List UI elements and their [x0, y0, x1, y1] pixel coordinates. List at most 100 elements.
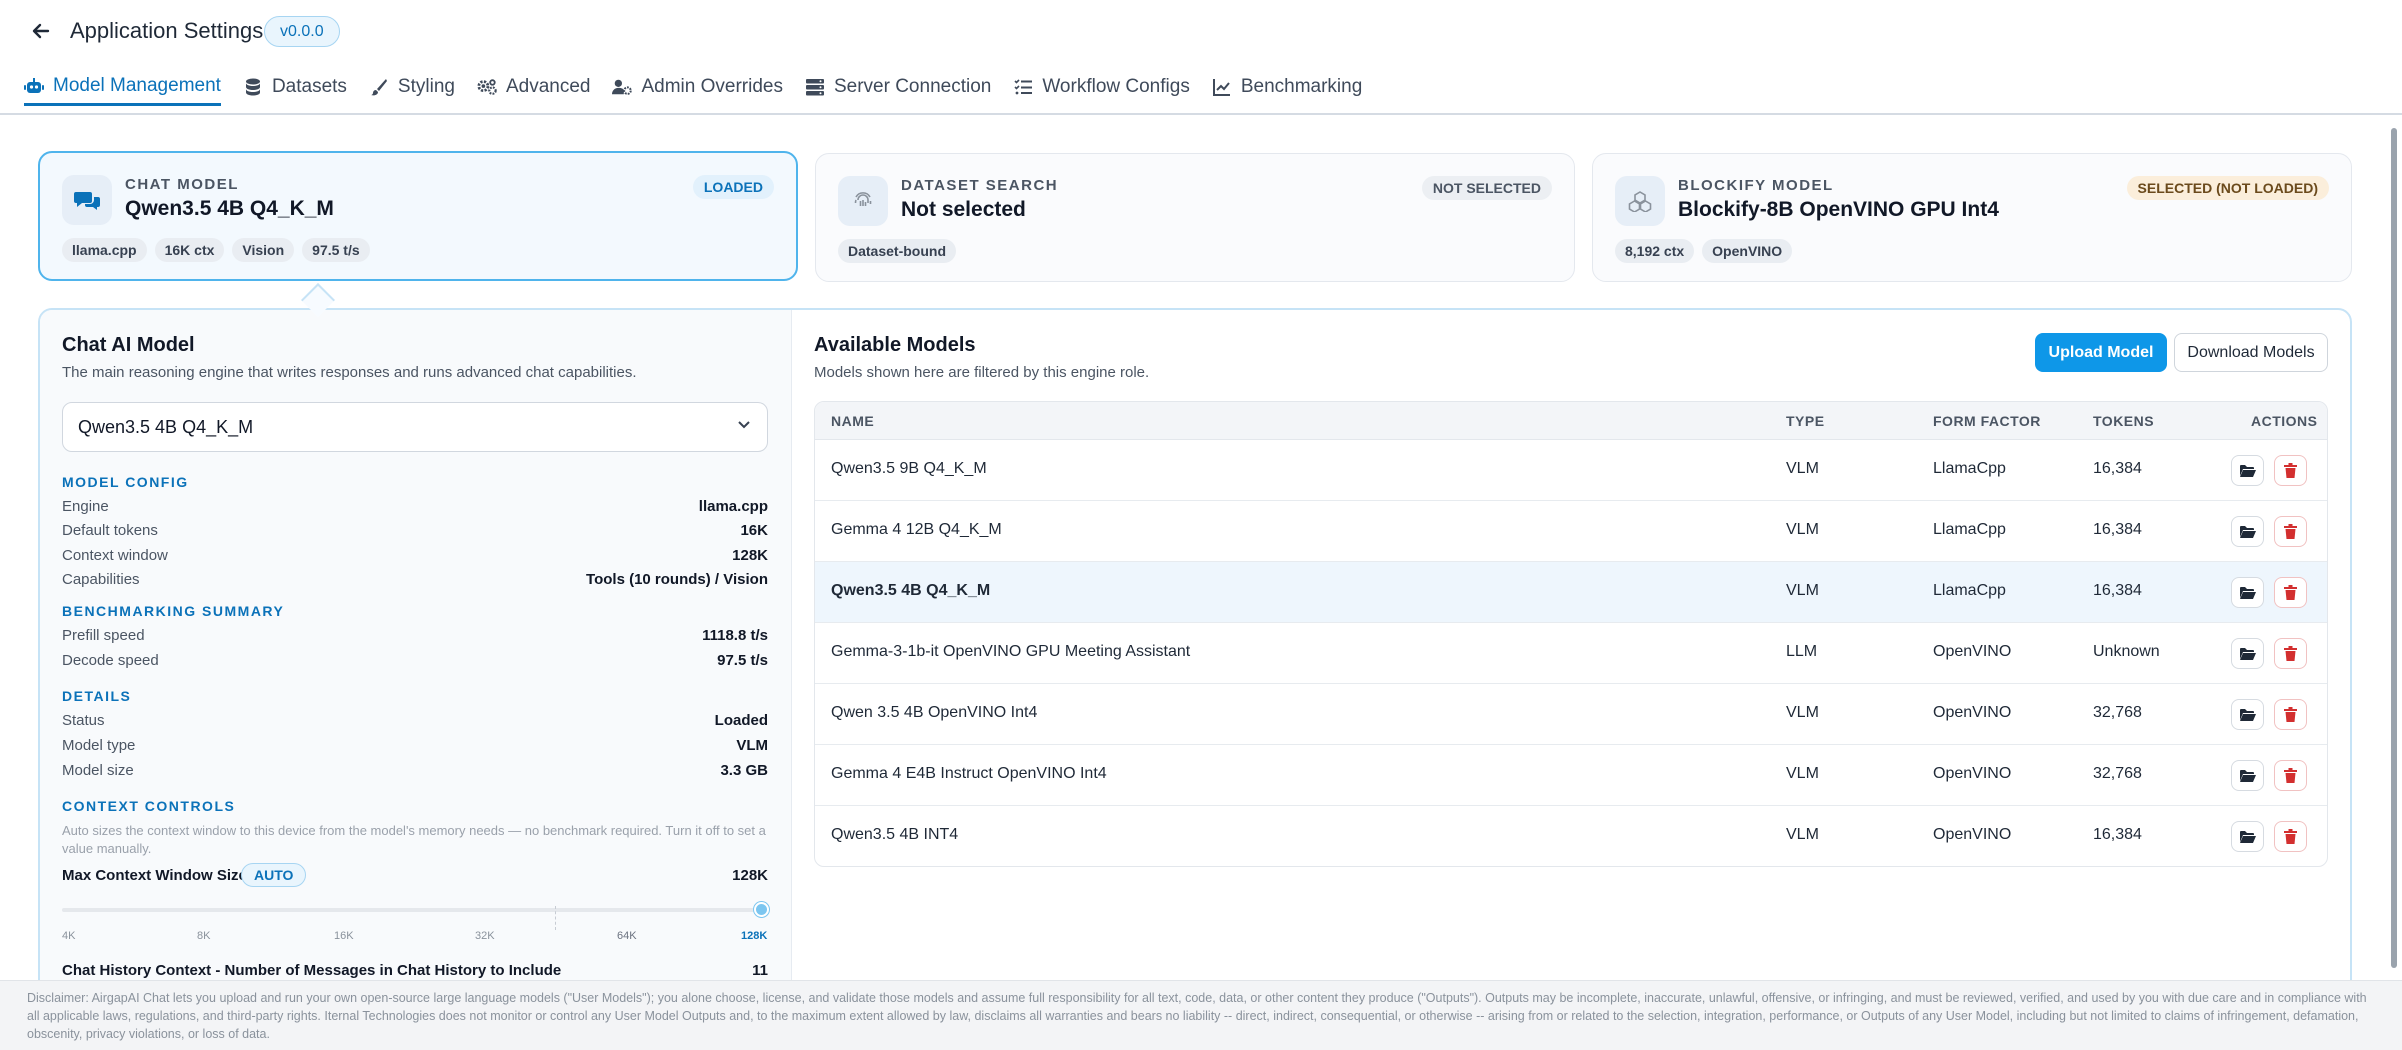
- col-actions: ACTIONS: [2251, 413, 2318, 429]
- slider-track[interactable]: [62, 908, 768, 912]
- table-row[interactable]: Gemma 4 12B Q4_K_M VLM LlamaCpp 16,384: [815, 501, 2327, 562]
- card-kind: DATASET SEARCH: [901, 177, 1059, 194]
- upload-model-button[interactable]: Upload Model: [2035, 333, 2167, 372]
- chat-bubbles-icon: [62, 175, 112, 225]
- chip: 8,192 ctx: [1615, 239, 1695, 263]
- folder-open-icon[interactable]: [2231, 699, 2264, 730]
- chip: OpenVINO: [1702, 239, 1793, 263]
- trash-icon[interactable]: [2274, 455, 2307, 486]
- model-select[interactable]: Qwen3.5 4B Q4_K_M: [62, 402, 768, 452]
- trash-icon[interactable]: [2274, 516, 2307, 547]
- folder-open-icon[interactable]: [2231, 455, 2264, 486]
- row-key: Capabilities: [62, 571, 140, 588]
- details-heading: DETAILS: [62, 688, 132, 704]
- tab-label: Workflow Configs: [1042, 76, 1190, 97]
- status-badge: NOT SELECTED: [1421, 176, 1552, 200]
- trash-icon[interactable]: [2274, 577, 2307, 608]
- card-kind: BLOCKIFY MODEL: [1678, 177, 1834, 194]
- slider-knob[interactable]: [754, 902, 769, 917]
- cell-tokens: 32,768: [2093, 765, 2142, 782]
- tab-datasets[interactable]: Datasets: [243, 68, 347, 106]
- trash-icon[interactable]: [2274, 638, 2307, 669]
- cell-type: VLM: [1786, 460, 1819, 477]
- chat-history-label: Chat History Context - Number of Message…: [62, 962, 562, 979]
- disclaimer-footer: Disclaimer: AirgapAI Chat lets you uploa…: [0, 980, 2402, 1050]
- cell-form-factor: LlamaCpp: [1933, 582, 2006, 599]
- user-gear-icon: [612, 77, 633, 97]
- row-value: 128K: [732, 547, 768, 564]
- cell-form-factor: OpenVINO: [1933, 704, 2012, 721]
- table-row[interactable]: Qwen3.5 9B Q4_K_M VLM LlamaCpp 16,384: [815, 440, 2327, 501]
- cell-form-factor: LlamaCpp: [1933, 521, 2006, 538]
- chat-history-value: 11: [752, 962, 768, 979]
- card-chips: llama.cpp 16K ctx Vision 97.5 t/s: [62, 238, 370, 262]
- table-row-selected[interactable]: Qwen3.5 4B Q4_K_M VLM LlamaCpp 16,384: [815, 562, 2327, 623]
- section-title: Chat AI Model: [62, 334, 195, 356]
- page-scrollbar[interactable]: [2384, 118, 2402, 978]
- cell-tokens: 16,384: [2093, 826, 2142, 843]
- tab-model-management[interactable]: Model Management: [24, 68, 221, 106]
- col-type: TYPE: [1786, 413, 1825, 429]
- table-row[interactable]: Gemma-3-1b-it OpenVINO GPU Meeting Assis…: [815, 623, 2327, 684]
- table-row[interactable]: Gemma 4 E4B Instruct OpenVINO Int4 VLM O…: [815, 745, 2327, 806]
- row-key: Default tokens: [62, 522, 158, 539]
- folder-open-icon[interactable]: [2231, 516, 2264, 547]
- max-context-label: Max Context Window Size: [62, 867, 247, 884]
- download-models-button[interactable]: Download Models: [2174, 333, 2328, 372]
- cell-name: Gemma 4 E4B Instruct OpenVINO Int4: [831, 765, 1107, 782]
- col-form-factor: FORM FACTOR: [1933, 413, 2041, 429]
- config-row-context-window: Context window 128K: [62, 547, 768, 569]
- settings-header: Application Settings v0.0.0 Model Manage…: [0, 0, 2402, 115]
- row-key: Status: [62, 712, 105, 729]
- list-check-icon: [1013, 77, 1033, 97]
- card-model-name: Blockify-8B OpenVINO GPU Int4: [1678, 198, 1999, 221]
- cell-name: Gemma 4 12B Q4_K_M: [831, 521, 1002, 538]
- chip: 97.5 t/s: [302, 238, 370, 262]
- chat-history-row: Chat History Context - Number of Message…: [62, 962, 768, 982]
- tab-workflow-configs[interactable]: Workflow Configs: [1013, 68, 1190, 106]
- available-models-section: Available Models Models shown here are f…: [792, 310, 2350, 1026]
- folder-open-icon[interactable]: [2231, 821, 2264, 852]
- cell-form-factor: LlamaCpp: [1933, 460, 2006, 477]
- status-badge: SELECTED (NOT LOADED): [2126, 176, 2329, 200]
- cell-tokens: 16,384: [2093, 582, 2142, 599]
- tab-styling[interactable]: Styling: [369, 68, 455, 106]
- trash-icon[interactable]: [2274, 760, 2307, 791]
- cell-type: LLM: [1786, 643, 1818, 660]
- folder-open-icon[interactable]: [2231, 638, 2264, 669]
- context-note: Auto sizes the context window to this de…: [62, 823, 766, 856]
- server-icon: [805, 77, 825, 97]
- section-title: Available Models: [814, 334, 976, 356]
- tab-server-connection[interactable]: Server Connection: [805, 68, 991, 106]
- table-header: NAME TYPE FORM FACTOR TOKENS ACTIONS: [815, 402, 2327, 440]
- trash-icon[interactable]: [2274, 699, 2307, 730]
- row-key: Model size: [62, 762, 134, 779]
- folder-open-icon[interactable]: [2231, 760, 2264, 791]
- auto-toggle-badge[interactable]: AUTO: [241, 863, 307, 887]
- blockify-model-card[interactable]: BLOCKIFY MODEL Blockify-8B OpenVINO GPU …: [1592, 153, 2352, 282]
- row-key: Context window: [62, 547, 168, 564]
- back-arrow-icon[interactable]: [30, 20, 54, 44]
- dataset-search-card[interactable]: DATASET SEARCH Not selected NOT SELECTED…: [815, 153, 1575, 282]
- tab-admin-overrides[interactable]: Admin Overrides: [612, 68, 783, 106]
- tab-benchmarking[interactable]: Benchmarking: [1212, 68, 1362, 106]
- trash-icon[interactable]: [2274, 821, 2307, 852]
- context-slider[interactable]: 4K 8K 16K 32K 64K 128K: [62, 902, 769, 942]
- table-row[interactable]: Qwen 3.5 4B OpenVINO Int4 VLM OpenVINO 3…: [815, 684, 2327, 745]
- models-table: NAME TYPE FORM FACTOR TOKENS ACTIONS Qwe…: [814, 401, 2328, 867]
- row-value: Tools (10 rounds) / Vision: [586, 571, 768, 588]
- table-row[interactable]: Qwen3.5 4B INT4 VLM OpenVINO 16,384: [815, 806, 2327, 866]
- model-select-value: Qwen3.5 4B Q4_K_M: [78, 417, 254, 437]
- cell-form-factor: OpenVINO: [1933, 765, 2012, 782]
- folder-open-icon[interactable]: [2231, 577, 2264, 608]
- chip: Vision: [232, 238, 295, 262]
- chat-model-card[interactable]: CHAT MODEL Qwen3.5 4B Q4_K_M LOADED llam…: [38, 151, 798, 281]
- row-value: 3.3 GB: [720, 762, 768, 779]
- scrollbar-thumb[interactable]: [2391, 128, 2397, 968]
- cell-name: Gemma-3-1b-it OpenVINO GPU Meeting Assis…: [831, 643, 1191, 660]
- row-value: llama.cpp: [698, 498, 768, 515]
- tab-advanced[interactable]: Advanced: [477, 68, 590, 106]
- cell-form-factor: OpenVINO: [1933, 643, 2012, 660]
- slider-tick: 32K: [475, 930, 495, 942]
- row-key: Model type: [62, 737, 136, 754]
